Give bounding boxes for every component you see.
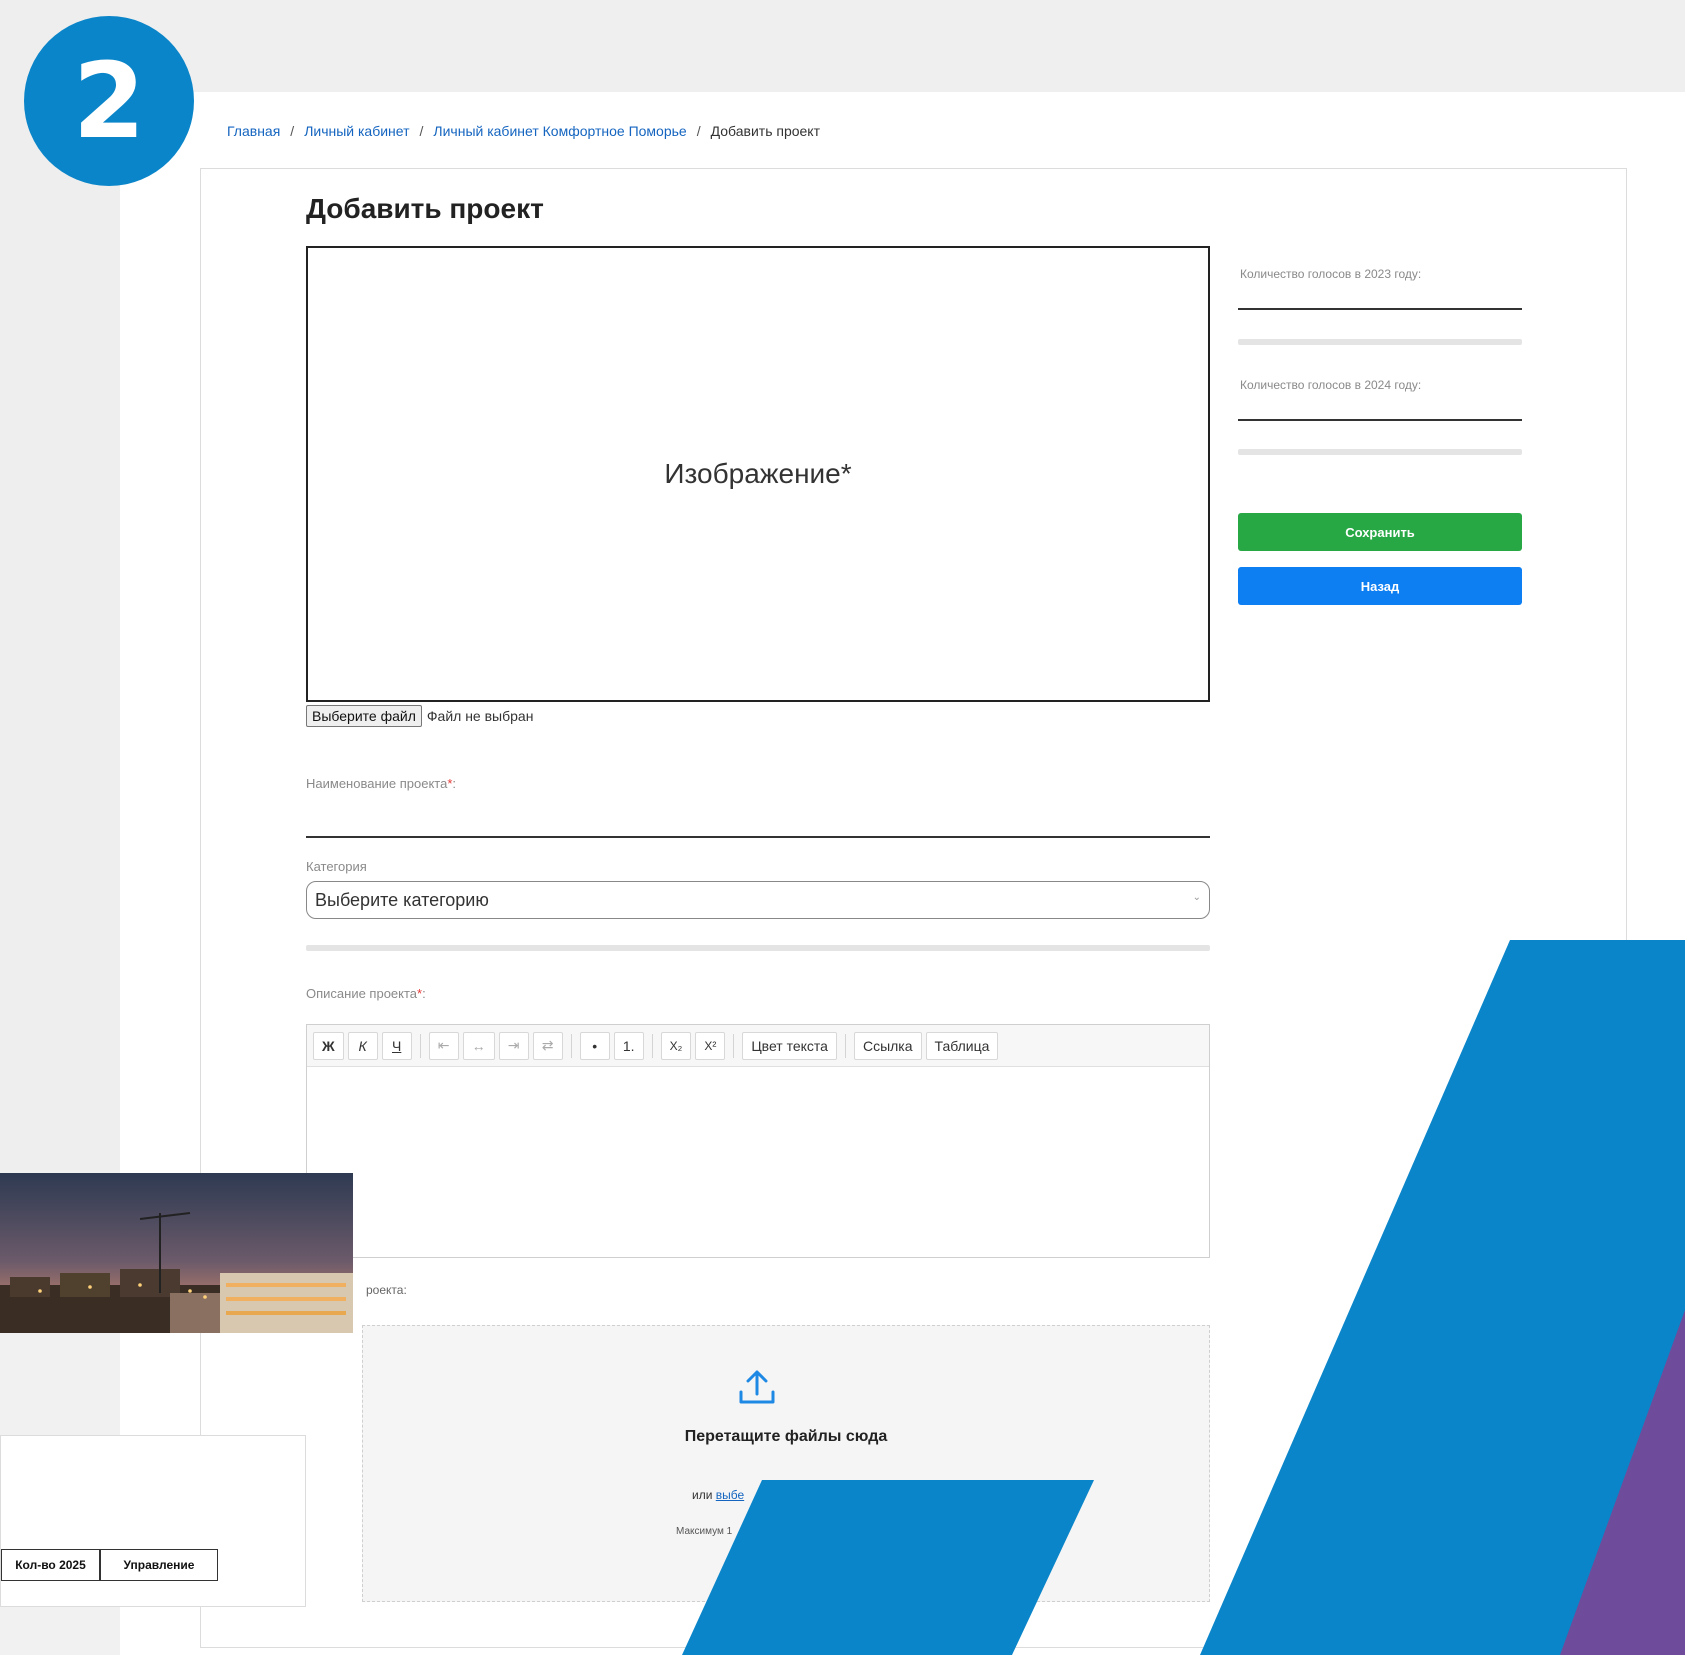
project-name-label: Наименование проекта*: [306,776,457,791]
dropzone-limit-text: Максимум 1 [676,1526,733,1537]
italic-button[interactable]: К [347,1031,378,1060]
dropzone-title: Перетащите файлы сюда [684,1428,888,1445]
numbered-list-button[interactable]: 1. [613,1031,644,1060]
choose-file-button[interactable]: Выберите файл [306,705,422,727]
category-select[interactable]: Выберите категорию ⌄ [306,881,1210,919]
align-left-icon[interactable]: ⇤ [428,1031,459,1060]
dropzone-browse-link[interactable]: выбе [716,1488,744,1502]
toolbar-separator [570,1033,572,1058]
align-center-icon[interactable]: ↔ [462,1031,495,1060]
breadcrumb-separator: / [696,123,701,139]
bold-button[interactable]: Ж [313,1031,344,1060]
back-button[interactable]: Назад [1238,567,1522,605]
project-description-label: Описание проекта*: [306,986,426,1001]
top-background [0,0,1685,92]
breadcrumb-home-link[interactable]: Главная [227,123,280,139]
image-placeholder-label: Изображение* [664,458,852,489]
toolbar-separator [419,1033,421,1058]
votes-2024-divider [1238,449,1522,455]
align-right-icon[interactable]: ⇥ [498,1031,529,1060]
breadcrumb-cabinet-link[interactable]: Личный кабинет [304,123,409,139]
page-title: Добавить проект [306,193,544,224]
category-select-value: Выберите категорию [315,889,489,910]
category-label: Категория [306,859,367,874]
superscript-button[interactable]: X² [695,1031,726,1060]
breadcrumb: Главная / Личный кабинет / Личный кабинет Ко… [227,123,820,139]
description-rich-editor: Ж К Ч ⇤ ↔ ⇥ ⇄ • 1. X₂ X² Цвет текста Ссы… [306,1024,1210,1258]
breadcrumb-pomorye-cabinet-link[interactable]: Личный кабинет Комфортное Поморье [433,123,686,139]
votes-2023-label: Количество голосов в 2023 году: [1240,267,1422,281]
breadcrumb-separator: / [419,123,424,139]
city-night-photo [0,1173,353,1333]
file-dropzone[interactable]: Перетащите файлы сюда или выбе Максимум … [362,1325,1210,1602]
editor-content-area[interactable] [307,1067,1209,1257]
votes-2024-input[interactable] [1238,397,1522,421]
table-header-cell-count-2025: Кол-во 2025 [1,1549,100,1581]
bullet-list-button[interactable]: • [579,1031,610,1060]
chevron-down-icon: ⌄ [1192,892,1201,903]
breadcrumb-current: Добавить проект [710,123,821,139]
toolbar-separator [844,1033,846,1058]
upload-icon [739,1370,775,1404]
toolbar-separator [733,1033,735,1058]
file-status-text: Файл не выбран [426,708,534,724]
table-header-cell-management: Управление [100,1549,218,1581]
toolbar-separator [651,1033,653,1058]
table-header-row: Кол-во 2025 Управление [1,1549,218,1581]
project-name-input[interactable] [306,800,1210,838]
files-section-label: роекта: [366,1283,407,1297]
subscript-button[interactable]: X₂ [660,1031,692,1060]
breadcrumb-separator: / [290,123,295,139]
align-justify-icon[interactable]: ⇄ [532,1031,563,1060]
votes-2023-input[interactable] [1238,286,1522,310]
editor-toolbar: Ж К Ч ⇤ ↔ ⇥ ⇄ • 1. X₂ X² Цвет текста Ссы… [307,1025,1209,1067]
step-number-badge: 2 [24,16,194,186]
insert-table-button[interactable]: Таблица [925,1031,999,1060]
image-upload-preview[interactable]: Изображение* [306,246,1210,702]
category-divider [306,945,1210,951]
save-button[interactable]: Сохранить [1238,513,1522,551]
file-input-row: Выберите файл Файл не выбран [306,705,533,727]
insert-link-button[interactable]: Ссылка [853,1031,922,1060]
votes-2024-label: Количество голосов в 2024 году: [1240,378,1422,392]
underline-button[interactable]: Ч [381,1031,412,1060]
projects-table-card: Кол-во 2025 Управление [0,1435,306,1607]
text-color-button[interactable]: Цвет текста [742,1031,837,1060]
votes-2023-divider [1238,339,1522,345]
dropzone-or-text: или выбе [692,1488,745,1502]
